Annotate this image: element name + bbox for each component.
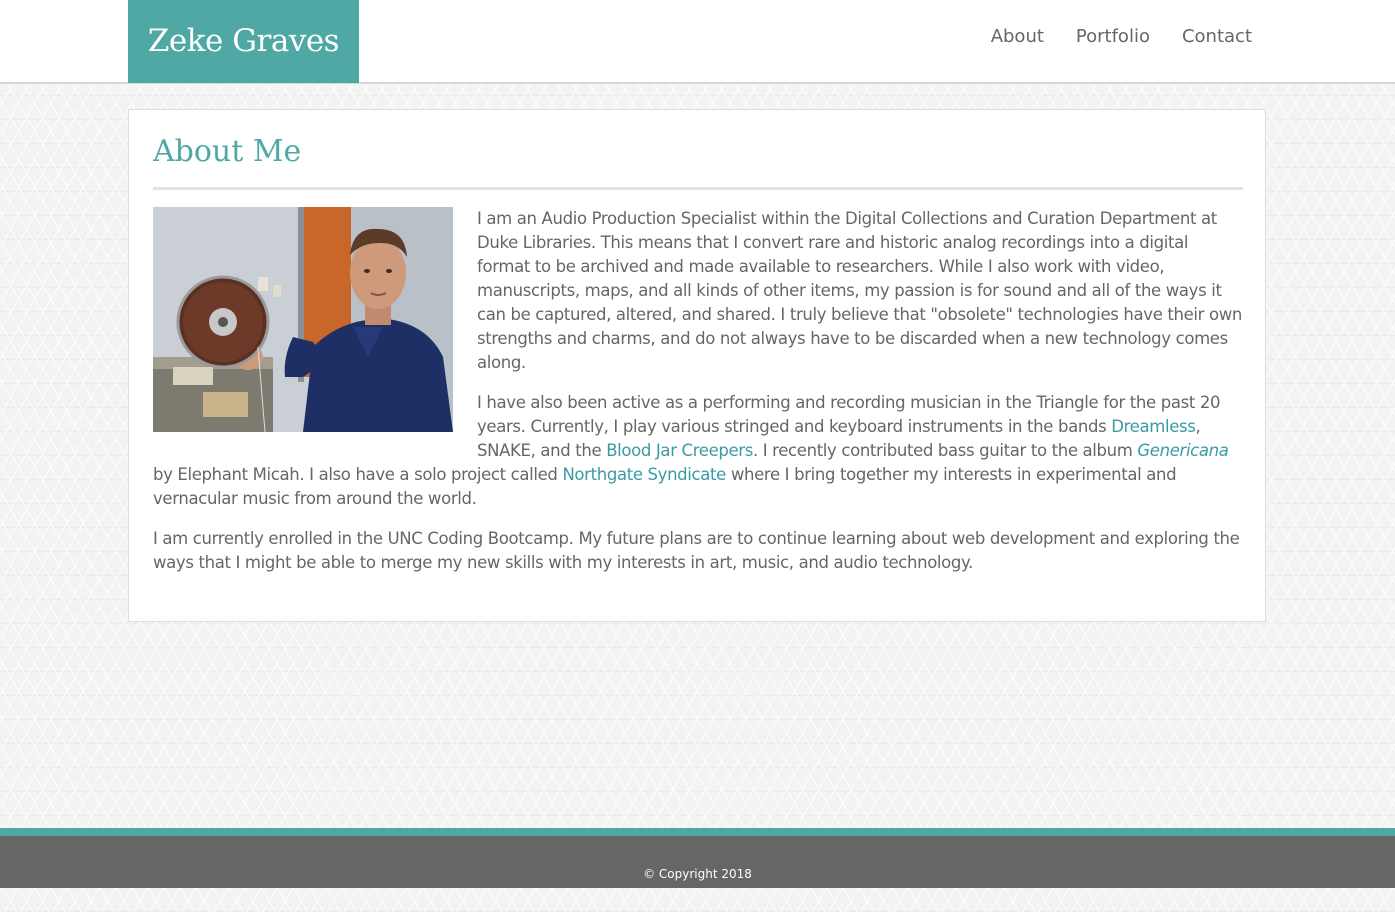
nav-contact[interactable]: Contact (1182, 26, 1252, 47)
paragraph-2-text-4: by Elephant Micah. I also have a solo pr… (153, 465, 563, 484)
paragraph-2-text-3: . I recently contributed bass guitar to … (752, 441, 1138, 460)
main-nav: About Portfolio Contact (991, 26, 1252, 47)
site-footer: © Copyright 2018 (0, 836, 1395, 888)
site-header: Zeke Graves About Portfolio Contact (0, 0, 1395, 84)
page-title: About Me (153, 134, 302, 169)
nav-portfolio[interactable]: Portfolio (1076, 26, 1150, 47)
profile-photo (153, 207, 453, 432)
about-content: I am an Audio Production Specialist with… (153, 207, 1243, 591)
nav-about[interactable]: About (991, 26, 1044, 47)
footer-accent-bar (0, 828, 1395, 836)
copyright-text: © Copyright 2018 (643, 867, 752, 881)
title-divider (153, 187, 1243, 190)
link-northgate-syndicate[interactable]: Northgate Syndicate (562, 465, 726, 484)
site-brand[interactable]: Zeke Graves (128, 0, 359, 83)
about-card: About Me I am an Audio Production Specia… (128, 109, 1266, 622)
link-dreamless[interactable]: Dreamless (1111, 417, 1196, 436)
album-title: Genericana (1137, 441, 1229, 460)
about-paragraph-3: I am currently enrolled in the UNC Codin… (153, 529, 1240, 572)
paragraph-2-text-1: I have also been active as a performing … (477, 393, 1221, 436)
link-blood-jar-creepers[interactable]: Blood Jar Creepers (606, 441, 753, 460)
